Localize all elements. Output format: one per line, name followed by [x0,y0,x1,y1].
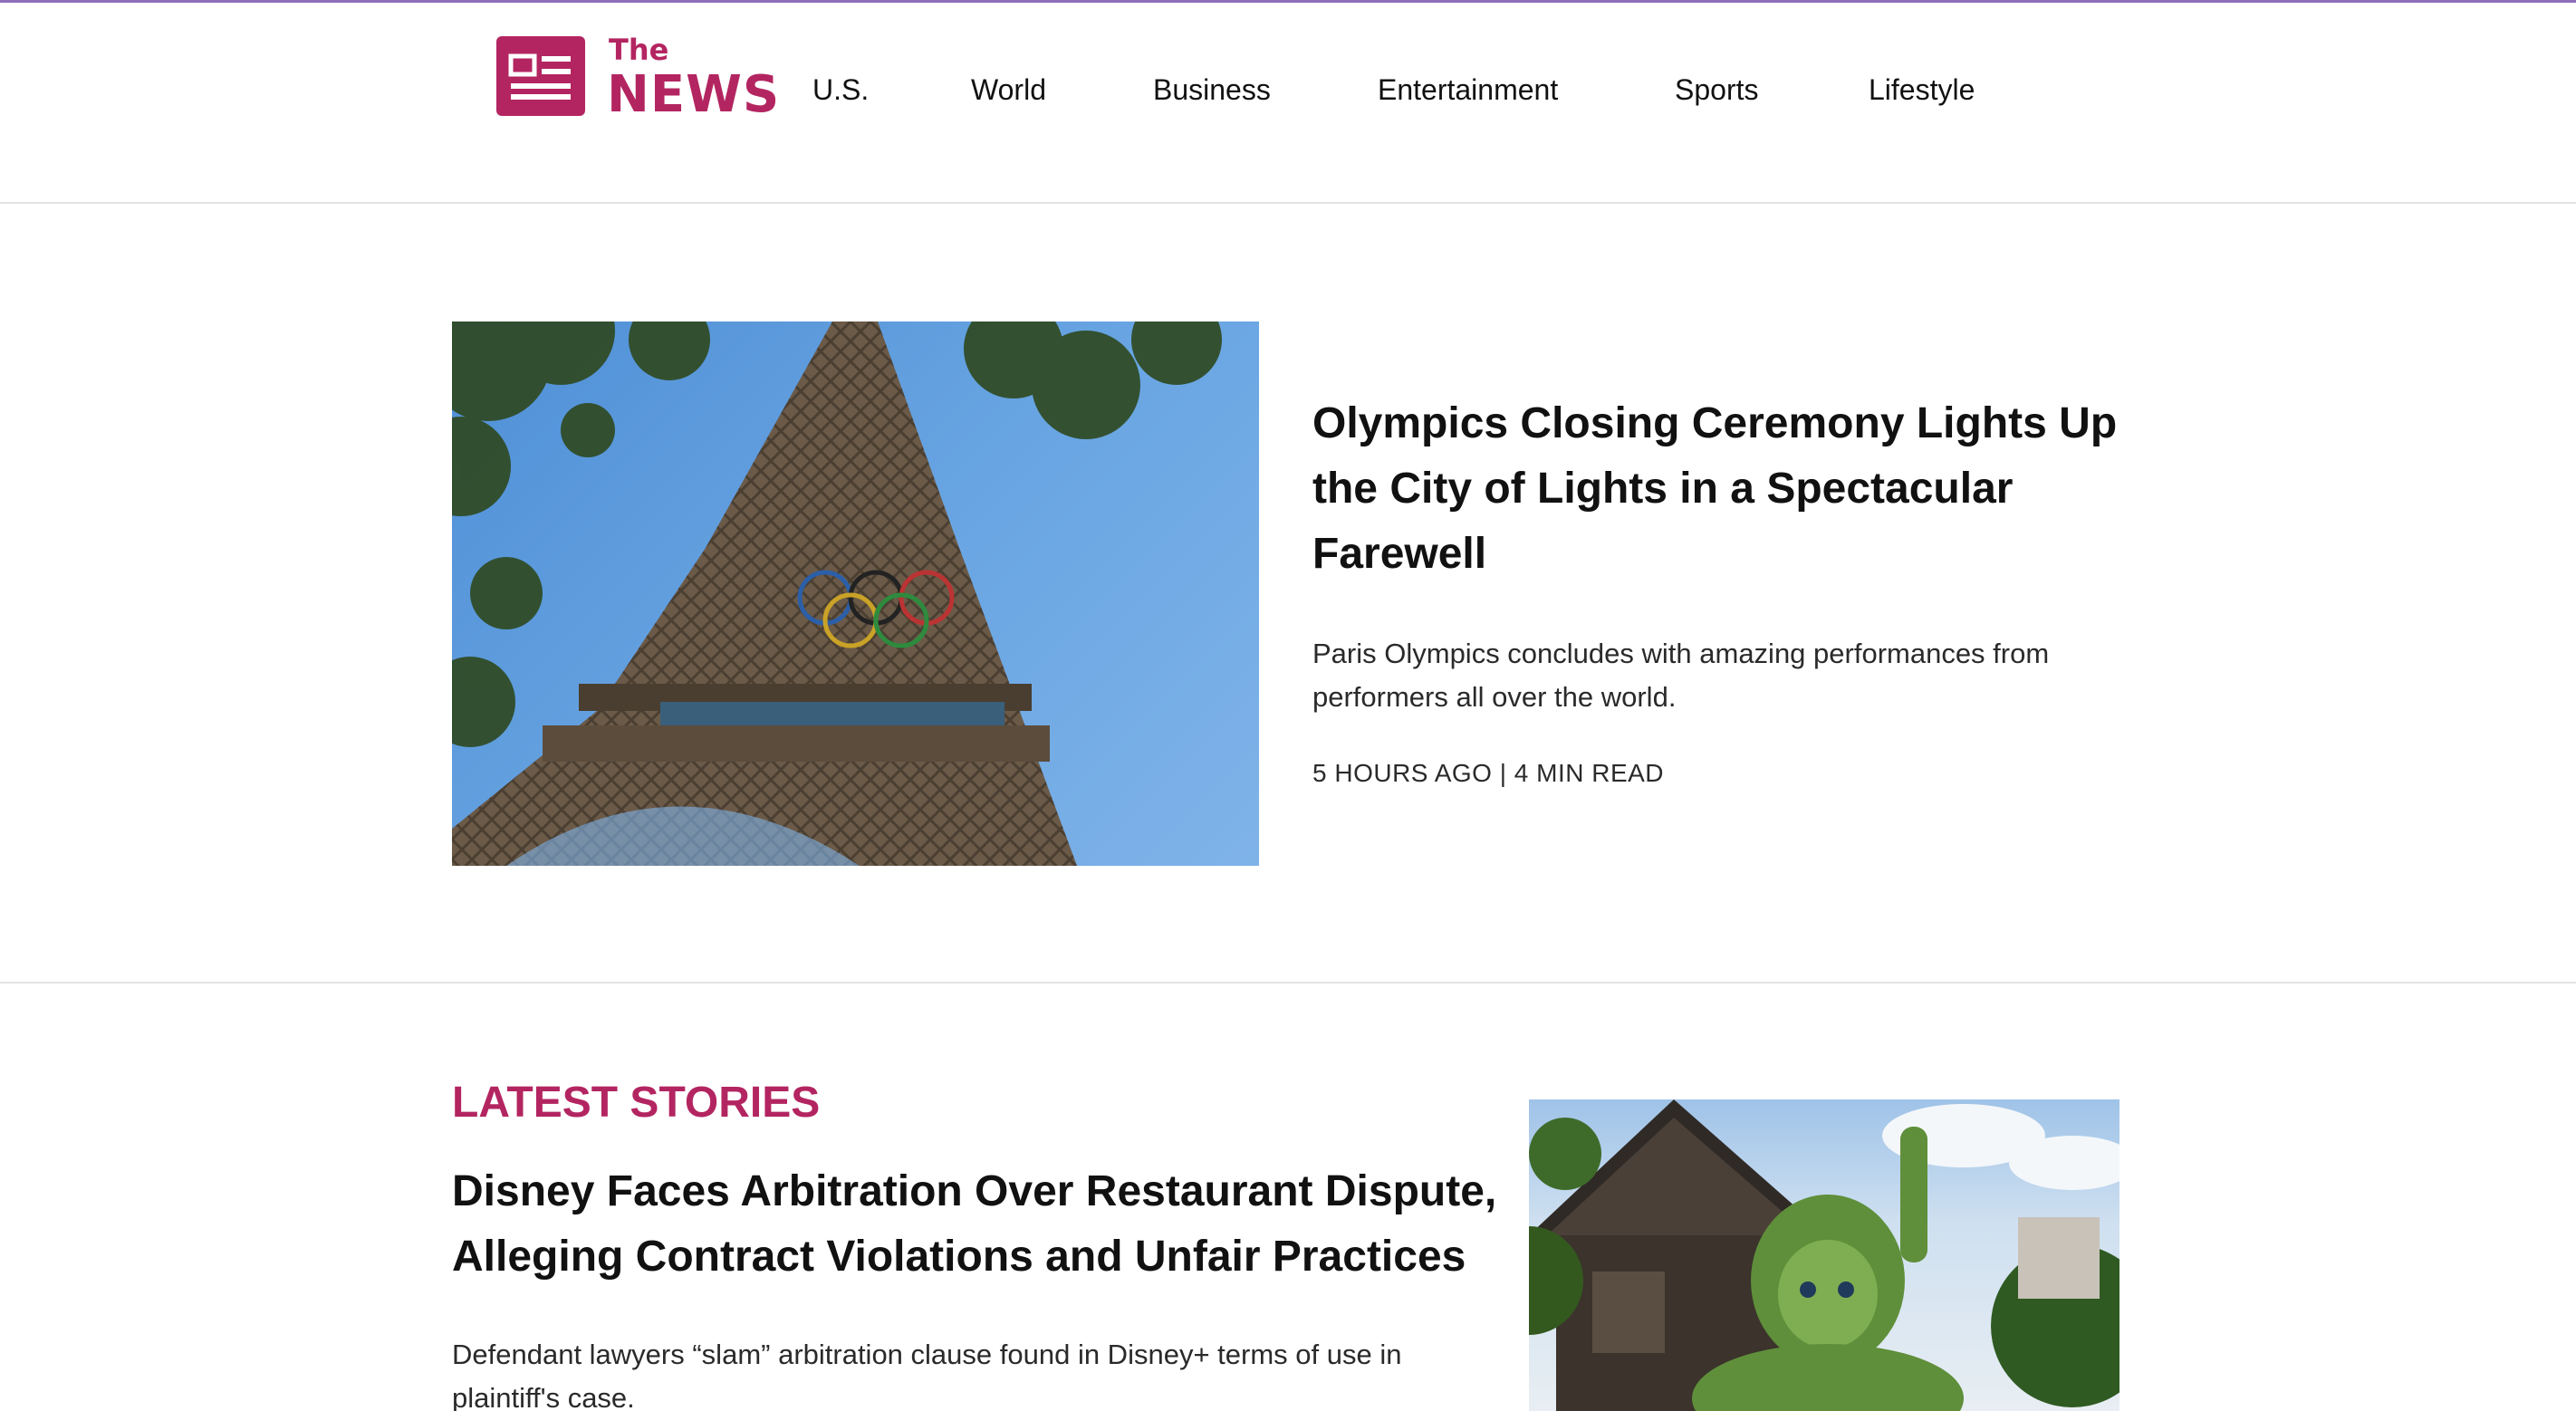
nav-item-lifestyle[interactable]: Lifestyle [1869,73,1975,107]
nav-item-entertainment[interactable]: Entertainment [1378,73,1558,107]
story-summary: Defendant lawyers “slam” arbitration cla… [452,1339,1402,1411]
nav-item-business[interactable]: Business [1153,73,1271,107]
section-divider [0,982,2576,984]
logo-text-news: NEWS [607,65,781,124]
story-headline[interactable]: Disney Faces Arbitration Over Restaurant… [452,1159,1503,1290]
hero-headline[interactable]: Olympics Closing Ceremony Lights Up the … [1312,391,2128,587]
nav-item-world[interactable]: World [971,73,1046,107]
hero-summary: Paris Olympics concludes with amazing pe… [1312,638,2050,713]
hero-image[interactable] [452,322,1259,866]
logo-text-the: The [609,33,669,67]
eiffel-tower-photo-icon [452,322,1222,866]
site-header: The NEWS U.S. World Business Entertainme… [0,3,2576,204]
logo-mark-icon [496,36,585,116]
topiary-photo-icon [1529,1099,2119,1411]
nav-item-sports[interactable]: Sports [1675,73,1758,107]
latest-stories-heading: LATEST STORIES [452,1079,821,1127]
nav-item-us[interactable]: U.S. [812,73,869,107]
hero-meta: 5 HOURS AGO | 4 MIN READ [1312,759,1665,787]
site-logo[interactable]: The NEWS [496,33,779,125]
story-image[interactable] [1529,1099,2119,1411]
